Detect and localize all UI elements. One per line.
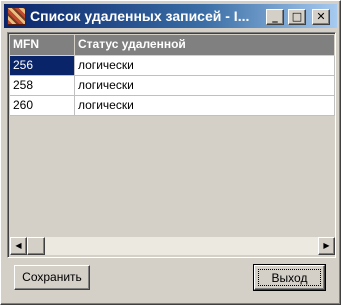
column-header-status[interactable]: Статус удаленной [75, 35, 335, 56]
title-bar[interactable]: Список удаленных записей - I... _ □ ✕ [4, 4, 337, 28]
horizontal-scrollbar[interactable]: ◀ ▶ [10, 237, 335, 255]
save-button[interactable]: Сохранить [14, 265, 90, 290]
table-row[interactable]: 256 логически [10, 56, 335, 76]
close-button[interactable]: ✕ [312, 9, 330, 25]
minimize-button[interactable]: _ [266, 9, 284, 25]
status-cell[interactable]: логически [75, 76, 335, 96]
grid-header: MFN Статус удаленной [10, 35, 335, 56]
close-icon: ✕ [316, 10, 326, 23]
app-icon[interactable] [7, 7, 26, 25]
save-button-label: Сохранить [22, 270, 82, 284]
scroll-left-button[interactable]: ◀ [10, 237, 27, 255]
exit-button-label: Выход [271, 271, 308, 285]
exit-button[interactable]: Выход [253, 264, 326, 291]
mfn-cell[interactable]: 256 [10, 56, 75, 76]
table-row[interactable]: 260 логически [10, 96, 335, 116]
scroll-thumb[interactable] [27, 237, 45, 255]
exit-focus-rect: Выход [258, 269, 321, 286]
table-row[interactable]: 258 логически [10, 76, 335, 96]
scroll-right-icon: ▶ [323, 241, 330, 250]
scroll-right-button[interactable]: ▶ [318, 237, 335, 255]
maximize-icon: □ [291, 10, 303, 23]
deleted-records-window: Список удаленных записей - I... _ □ ✕ MF… [0, 0, 341, 305]
window-title: Список удаленных записей - I... [30, 8, 250, 24]
mfn-cell[interactable]: 258 [10, 76, 75, 96]
minimize-icon: _ [272, 10, 278, 23]
status-cell[interactable]: логически [75, 56, 335, 76]
maximize-button[interactable]: □ [288, 9, 306, 25]
status-cell[interactable]: логически [75, 96, 335, 116]
records-grid[interactable]: MFN Статус удаленной 256 логически 258 л… [7, 32, 336, 258]
column-header-mfn[interactable]: MFN [10, 35, 75, 56]
scroll-left-icon: ◀ [15, 241, 22, 250]
mfn-cell[interactable]: 260 [10, 96, 75, 116]
